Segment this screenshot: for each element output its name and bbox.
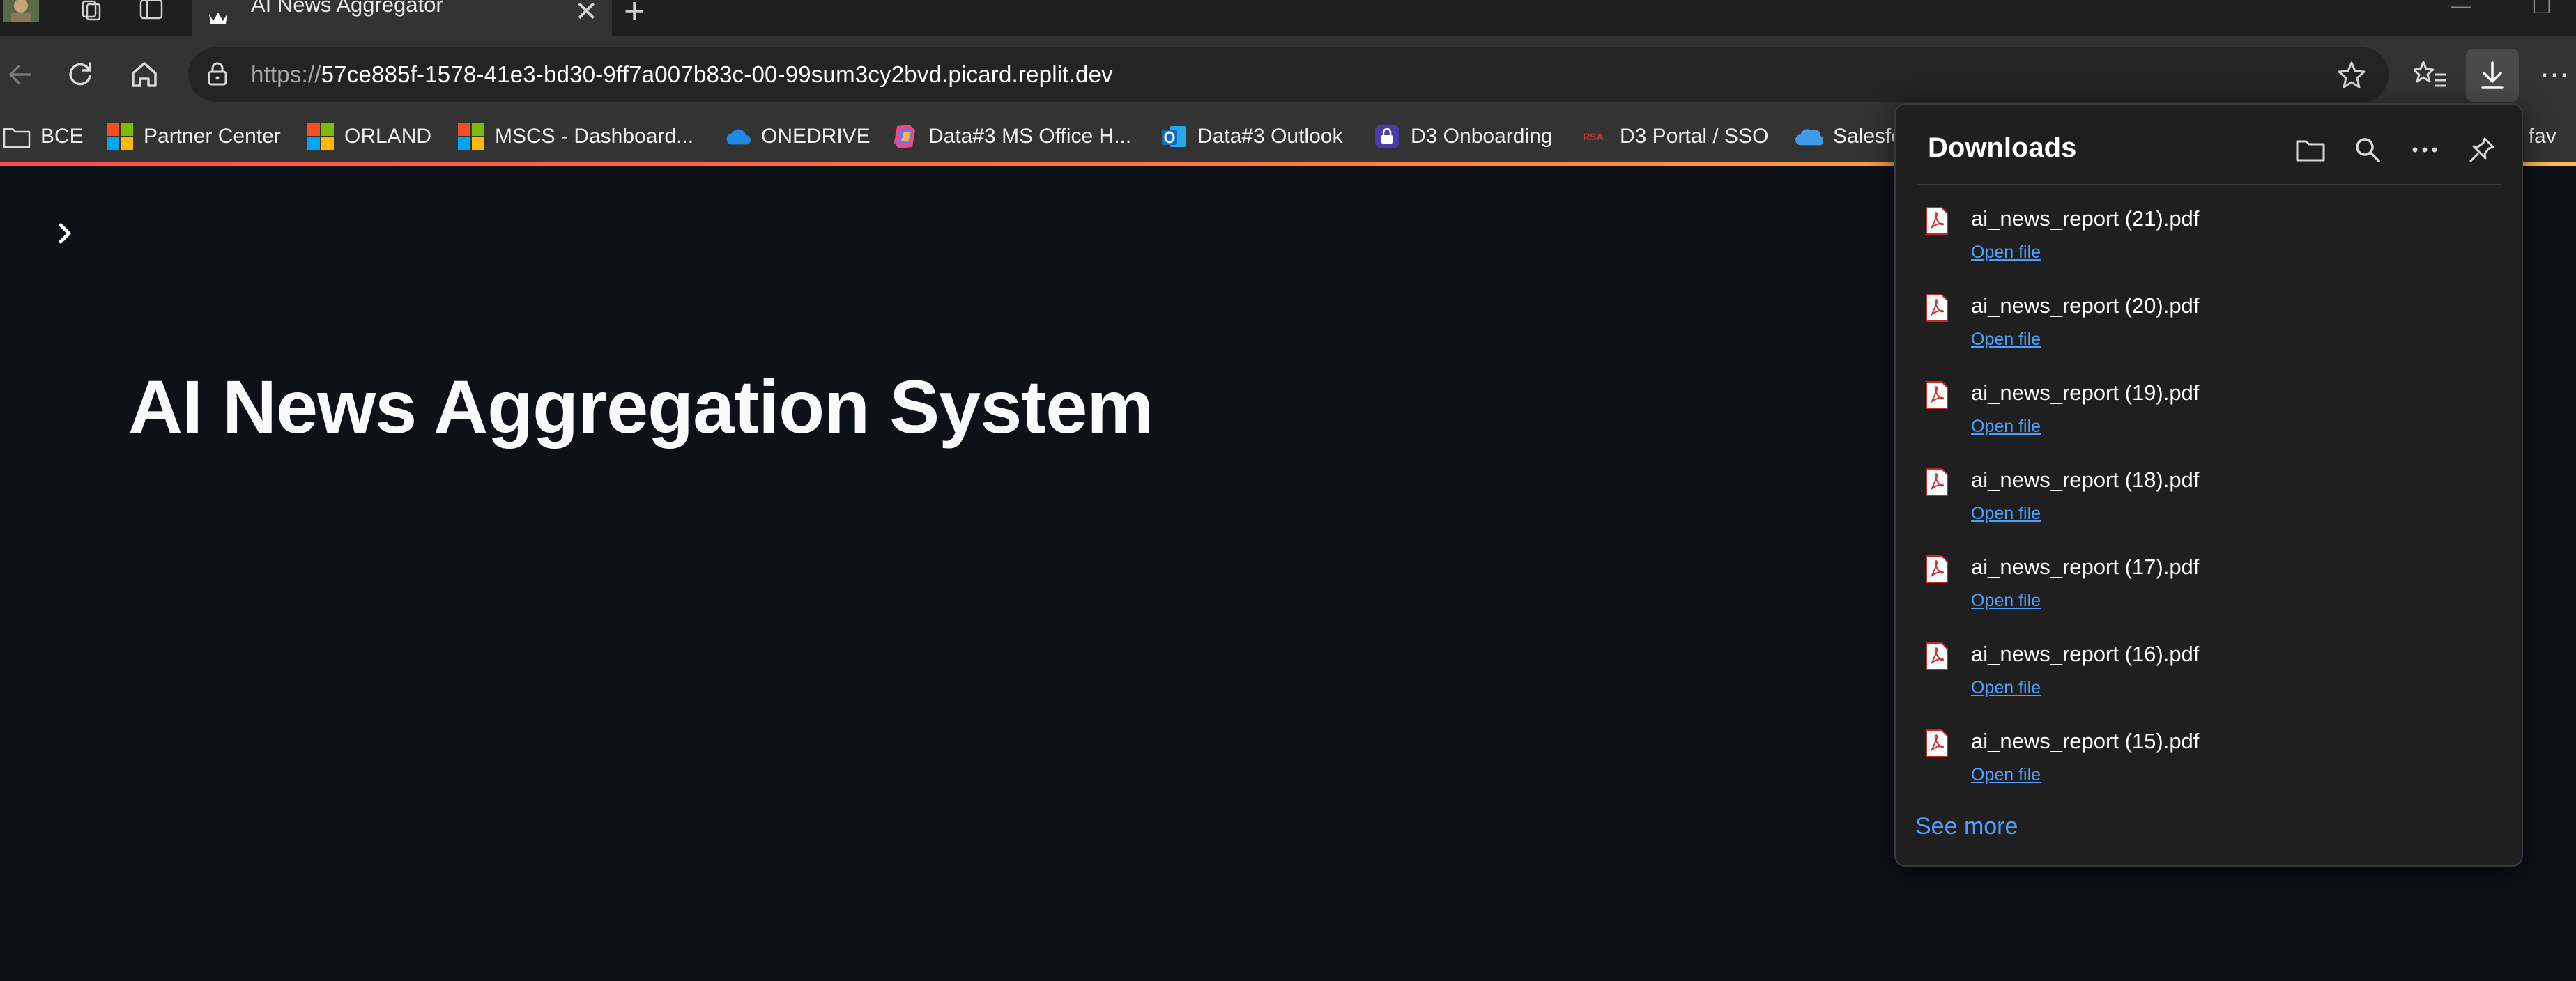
bookmark-d3-portal-sso[interactable]: RSA D3 Portal / SSO (1582, 121, 1768, 152)
open-file-link[interactable]: Open file (1971, 765, 2041, 785)
minimize-button[interactable]: — (2451, 0, 2471, 18)
microsoft-logo-icon (307, 123, 335, 150)
download-filename[interactable]: ai_news_report (21).pdf (1971, 206, 2199, 231)
bookmark-onedrive[interactable]: ONEDRIVE (723, 121, 871, 152)
profile-avatar[interactable] (0, 0, 42, 22)
tab-close-icon[interactable]: ✕ (574, 0, 598, 28)
home-icon[interactable] (127, 57, 162, 92)
bookmark-mscs-dashboard[interactable]: MSCS - Dashboard... (457, 121, 693, 152)
bookmark-data3-ms-office[interactable]: Data#3 MS Office H... (891, 121, 1131, 152)
salesforce-cloud-icon (1795, 123, 1823, 150)
download-item[interactable]: ai_news_report (21).pdf Open file (1896, 199, 2522, 286)
url-text[interactable]: https://57ce885f-1578-41e3-bd30-9ff7a007… (251, 61, 1113, 88)
page-title: AI News Aggregation System (128, 364, 1153, 449)
onboarding-lock-icon (1373, 123, 1401, 150)
downloads-title: Downloads (1928, 132, 2077, 163)
folder-icon (3, 123, 31, 150)
divider (1917, 184, 2501, 185)
bookmark-data3-outlook[interactable]: Data#3 Outlook (1160, 121, 1342, 152)
vertical-tabs-icon[interactable] (134, 0, 169, 21)
sidebar-expand-chevron-icon[interactable] (50, 216, 78, 251)
bookmark-bce[interactable]: BCE (3, 121, 84, 152)
pdf-file-icon (1925, 468, 1949, 497)
download-item[interactable]: ai_news_report (16).pdf Open file (1896, 635, 2522, 722)
bookmark-partner-center[interactable]: Partner Center (106, 121, 281, 152)
download-filename[interactable]: ai_news_report (15).pdf (1971, 729, 2199, 754)
onedrive-cloud-icon (723, 123, 751, 150)
open-file-link[interactable]: Open file (1971, 591, 2041, 611)
more-options-icon[interactable] (2407, 132, 2442, 167)
open-file-link[interactable]: Open file (1971, 242, 2041, 263)
browser-toolbar: https://57ce885f-1578-41e3-bd30-9ff7a007… (0, 36, 2576, 111)
bookmark-d3-onboarding[interactable]: D3 Onboarding (1373, 121, 1552, 152)
address-bar[interactable]: https://57ce885f-1578-41e3-bd30-9ff7a007… (188, 47, 2389, 102)
pdf-file-icon (1925, 729, 1949, 758)
open-file-link[interactable]: Open file (1971, 504, 2041, 524)
settings-more-icon[interactable]: ⋯ (2537, 57, 2572, 92)
back-arrow-icon[interactable] (3, 57, 38, 92)
download-filename[interactable]: ai_news_report (17).pdf (1971, 555, 2199, 580)
pin-icon[interactable] (2464, 132, 2499, 167)
open-file-link[interactable]: Open file (1971, 417, 2041, 437)
pdf-file-icon (1925, 555, 1949, 584)
download-item[interactable]: ai_news_report (17).pdf Open file (1896, 548, 2522, 635)
bookmark-salesforce[interactable]: Salesfo (1795, 121, 1903, 152)
search-downloads-icon[interactable] (2350, 132, 2385, 167)
new-tab-button[interactable]: + (624, 0, 645, 32)
open-file-link[interactable]: Open file (1971, 330, 2041, 350)
restore-button[interactable]: ❐ (2533, 0, 2552, 19)
download-item[interactable]: ai_news_report (19).pdf Open file (1896, 373, 2522, 461)
pdf-file-icon (1925, 380, 1949, 410)
download-item[interactable]: ai_news_report (15).pdf Open file (1896, 722, 2522, 809)
tab-strip: AI News Aggregator ✕ + — ❐ (0, 0, 2576, 36)
tab-title: AI News Aggregator (251, 0, 443, 17)
workspaces-icon[interactable] (72, 0, 107, 21)
download-item[interactable]: ai_news_report (20).pdf Open file (1896, 286, 2522, 373)
download-filename[interactable]: ai_news_report (19).pdf (1971, 380, 2199, 405)
download-arrow-icon (2475, 58, 2510, 93)
site-info-lock-icon[interactable] (202, 59, 233, 90)
see-more-link[interactable]: See more (1915, 813, 2018, 840)
microsoft-logo-icon (457, 123, 485, 150)
open-file-link[interactable]: Open file (1971, 678, 2041, 698)
pdf-file-icon (1925, 642, 1949, 671)
bookmark-orland[interactable]: ORLAND (307, 121, 431, 152)
download-filename[interactable]: ai_news_report (20).pdf (1971, 293, 2199, 318)
open-downloads-folder-icon[interactable] (2293, 132, 2328, 167)
downloads-panel: Downloads ai_news_report (21).pdf Open f… (1894, 103, 2523, 867)
favorites-list-icon[interactable] (2413, 57, 2448, 92)
outlook-icon (1160, 123, 1188, 150)
streamlit-crown-icon (208, 8, 229, 29)
rsa-icon: RSA (1582, 123, 1610, 150)
download-filename[interactable]: ai_news_report (18).pdf (1971, 468, 2199, 493)
downloads-button[interactable] (2466, 49, 2519, 102)
pdf-file-icon (1925, 293, 1949, 323)
svg-text:RSA: RSA (1583, 131, 1604, 142)
favorite-star-icon[interactable] (2335, 59, 2368, 92)
download-item[interactable]: ai_news_report (18).pdf Open file (1896, 461, 2522, 548)
pdf-file-icon (1925, 206, 1949, 235)
reload-icon[interactable] (63, 57, 98, 92)
download-filename[interactable]: ai_news_report (16).pdf (1971, 642, 2199, 667)
office-logo-icon (891, 123, 919, 150)
microsoft-logo-icon (106, 123, 134, 150)
active-tab[interactable]: AI News Aggregator ✕ (192, 0, 612, 36)
